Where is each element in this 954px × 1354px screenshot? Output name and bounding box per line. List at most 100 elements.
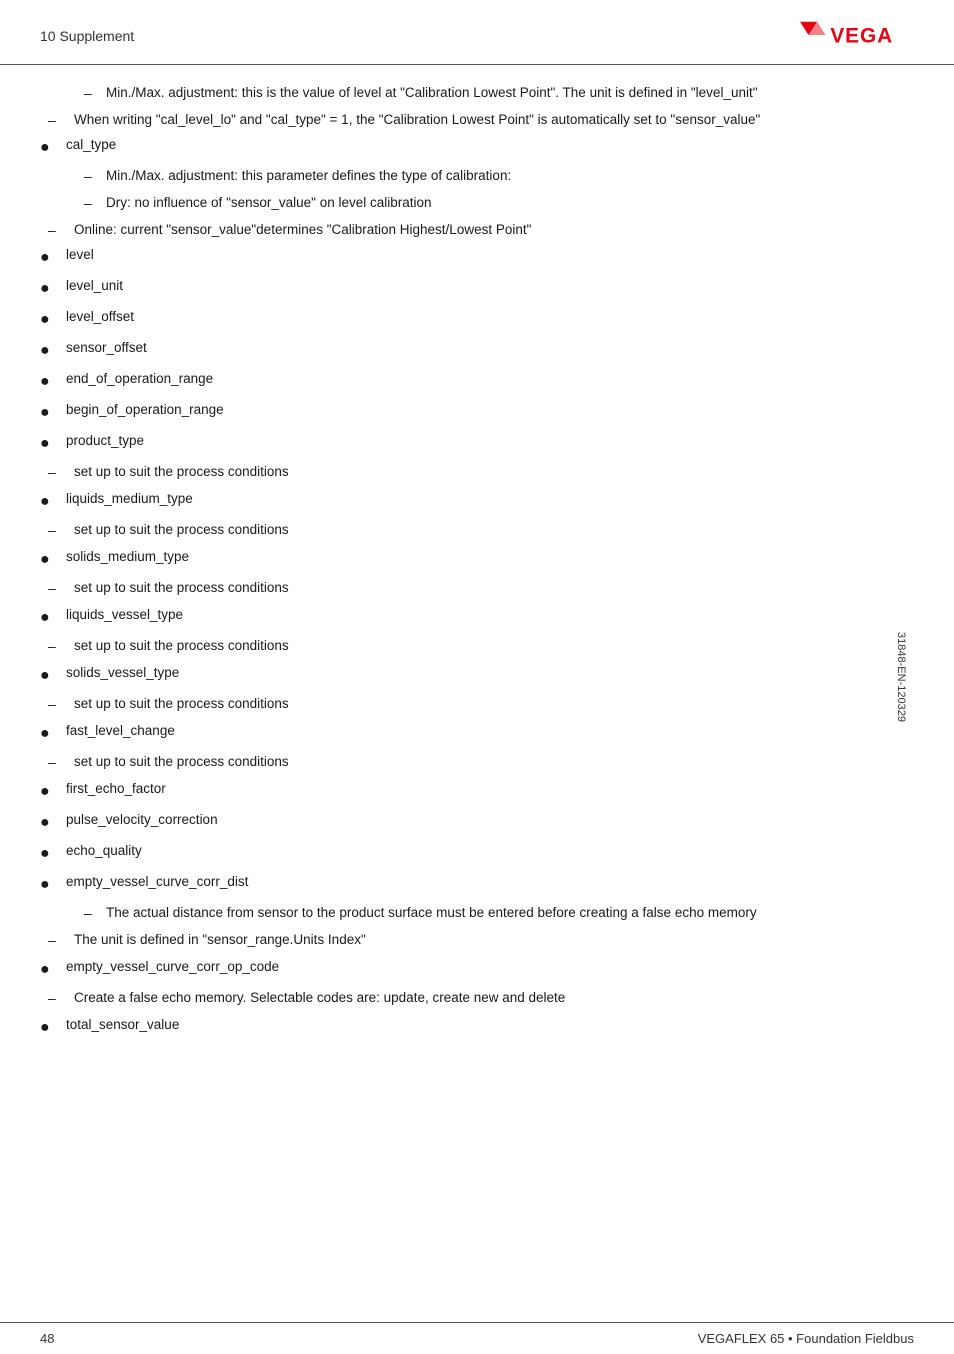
list-item: ● level_offset	[40, 307, 914, 332]
dash-icon: –	[40, 220, 68, 241]
list-item: ● level_unit	[40, 276, 914, 301]
item-text: level_offset	[66, 307, 914, 327]
list-item: ● begin_of_operation_range	[40, 400, 914, 425]
item-text: begin_of_operation_range	[66, 400, 914, 420]
item-text: set up to suit the process conditions	[74, 520, 914, 540]
bullet-icon: ●	[40, 842, 60, 866]
list-item: ● pulse_velocity_correction	[40, 810, 914, 835]
bullet-icon: ●	[40, 548, 60, 572]
list-item: – When writing "cal_level_lo" and "cal_t…	[40, 110, 914, 131]
bullet-icon: ●	[40, 873, 60, 897]
bullet-icon: ●	[40, 664, 60, 688]
vega-logo-svg: VEGA	[800, 18, 914, 54]
dash-icon: –	[40, 930, 68, 951]
item-text: level_unit	[66, 276, 914, 296]
list-item: ● solids_medium_type	[40, 547, 914, 572]
list-item: – The unit is defined in "sensor_range.U…	[40, 930, 914, 951]
item-text: pulse_velocity_correction	[66, 810, 914, 830]
document-number: 31848-EN-120329	[895, 632, 907, 722]
item-text: The actual distance from sensor to the p…	[106, 903, 914, 923]
item-text: set up to suit the process conditions	[74, 636, 914, 656]
list-item: – set up to suit the process conditions	[40, 578, 914, 599]
item-text: solids_vessel_type	[66, 663, 914, 683]
bullet-icon: ●	[40, 432, 60, 456]
bullet-icon: ●	[40, 136, 60, 160]
item-text: Min./Max. adjustment: this parameter def…	[106, 166, 914, 186]
section-title: 10 Supplement	[40, 28, 134, 44]
item-text: solids_medium_type	[66, 547, 914, 567]
bullet-icon: ●	[40, 811, 60, 835]
bullet-icon: ●	[40, 339, 60, 363]
bullet-icon: ●	[40, 1016, 60, 1040]
list-item: – Min./Max. adjustment: this is the valu…	[40, 83, 914, 104]
list-item: – set up to suit the process conditions	[40, 520, 914, 541]
bullet-icon: ●	[40, 246, 60, 270]
product-name: VEGAFLEX 65 • Foundation Fieldbus	[698, 1331, 914, 1346]
svg-text:VEGA: VEGA	[831, 25, 894, 48]
bullet-icon: ●	[40, 370, 60, 394]
item-text: total_sensor_value	[66, 1015, 914, 1035]
list-item: ● fast_level_change	[40, 721, 914, 746]
dash-icon: –	[60, 193, 100, 214]
list-item: – Create a false echo memory. Selectable…	[40, 988, 914, 1009]
item-text: liquids_medium_type	[66, 489, 914, 509]
item-text: Dry: no influence of "sensor_value" on l…	[106, 193, 914, 213]
item-text: product_type	[66, 431, 914, 451]
bullet-icon: ●	[40, 277, 60, 301]
item-text: cal_type	[66, 135, 914, 155]
item-text: first_echo_factor	[66, 779, 914, 799]
dash-icon: –	[40, 578, 68, 599]
dash-icon: –	[60, 83, 100, 104]
item-text: When writing "cal_level_lo" and "cal_typ…	[74, 110, 914, 130]
item-text: Min./Max. adjustment: this is the value …	[106, 83, 914, 103]
page-header: 10 Supplement VEGA	[0, 0, 954, 65]
bullet-icon: ●	[40, 606, 60, 630]
item-text: empty_vessel_curve_corr_op_code	[66, 957, 914, 977]
dash-icon: –	[40, 636, 68, 657]
dash-icon: –	[60, 166, 100, 187]
dash-icon: –	[40, 988, 68, 1009]
bullet-icon: ●	[40, 308, 60, 332]
list-item: ● product_type	[40, 431, 914, 456]
item-text: end_of_operation_range	[66, 369, 914, 389]
item-text: set up to suit the process conditions	[74, 578, 914, 598]
list-item: ● end_of_operation_range	[40, 369, 914, 394]
list-item: ● liquids_vessel_type	[40, 605, 914, 630]
main-content: – Min./Max. adjustment: this is the valu…	[0, 83, 954, 1126]
item-text: The unit is defined in "sensor_range.Uni…	[74, 930, 914, 950]
list-item: ● empty_vessel_curve_corr_op_code	[40, 957, 914, 982]
page-number: 48	[40, 1331, 54, 1346]
item-text: Online: current "sensor_value"determines…	[74, 220, 914, 240]
dash-icon: –	[40, 520, 68, 541]
list-item: – set up to suit the process conditions	[40, 694, 914, 715]
list-item: ● solids_vessel_type	[40, 663, 914, 688]
item-text: set up to suit the process conditions	[74, 694, 914, 714]
page: 10 Supplement VEGA – Min./Max. adjustmen…	[0, 0, 954, 1354]
list-item: ● first_echo_factor	[40, 779, 914, 804]
item-text: level	[66, 245, 914, 265]
dash-icon: –	[40, 462, 68, 483]
dash-icon: –	[40, 752, 68, 773]
list-item: – Online: current "sensor_value"determin…	[40, 220, 914, 241]
list-item: ● empty_vessel_curve_corr_dist	[40, 872, 914, 897]
dash-icon: –	[60, 903, 100, 924]
list-item: – set up to suit the process conditions	[40, 752, 914, 773]
bullet-icon: ●	[40, 780, 60, 804]
list-item: – set up to suit the process conditions	[40, 636, 914, 657]
bullet-icon: ●	[40, 490, 60, 514]
list-item: ● liquids_medium_type	[40, 489, 914, 514]
bullet-icon: ●	[40, 401, 60, 425]
page-footer: 48 VEGAFLEX 65 • Foundation Fieldbus	[0, 1322, 954, 1354]
item-text: empty_vessel_curve_corr_dist	[66, 872, 914, 892]
bullet-icon: ●	[40, 722, 60, 746]
list-item: – Dry: no influence of "sensor_value" on…	[40, 193, 914, 214]
list-item: ● total_sensor_value	[40, 1015, 914, 1040]
item-text: echo_quality	[66, 841, 914, 861]
item-text: set up to suit the process conditions	[74, 462, 914, 482]
item-text: set up to suit the process conditions	[74, 752, 914, 772]
list-item: ● cal_type	[40, 135, 914, 160]
dash-icon: –	[40, 110, 68, 131]
list-item: ● echo_quality	[40, 841, 914, 866]
list-item: – The actual distance from sensor to the…	[40, 903, 914, 924]
bullet-icon: ●	[40, 958, 60, 982]
